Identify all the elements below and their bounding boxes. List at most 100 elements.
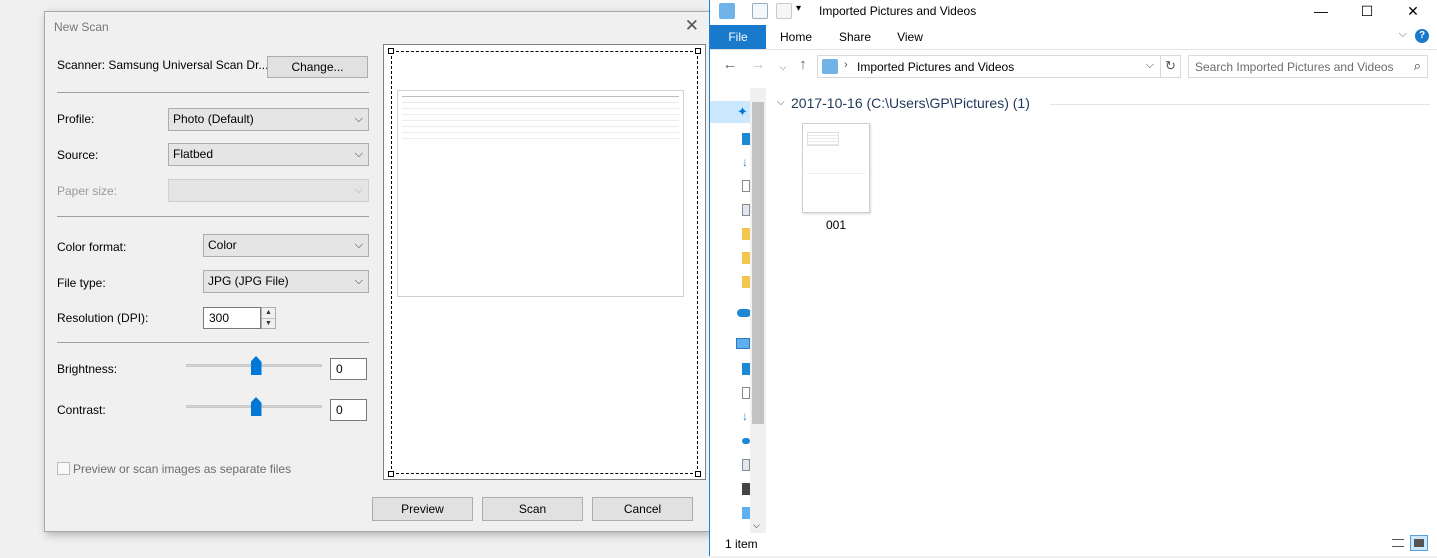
scroll-down-icon[interactable]: ⌵ [753,520,760,531]
nav-item-folder[interactable] [742,228,750,240]
chevron-down-icon: ⌵ [354,113,363,125]
onedrive-icon[interactable] [737,309,751,317]
file-explorer-window: ▾ Imported Pictures and Videos — ☐ ✕ Fil… [709,0,1437,556]
nav-item-documents[interactable] [742,387,750,399]
nav-item-documents[interactable] [742,180,750,192]
contrast-input[interactable]: 0 [330,399,367,421]
thumbnail-content [807,173,865,174]
nav-item-downloads[interactable]: ↓ [742,410,750,422]
color-format-value: Color [208,238,237,252]
crop-handle[interactable] [388,471,394,477]
customize-toolbar-chevron-icon[interactable]: ▾ [796,3,801,14]
refresh-icon[interactable]: ↻ [1160,56,1180,77]
expand-ribbon-chevron-icon[interactable]: ⌵ [1399,28,1407,41]
crop-handle[interactable] [695,48,701,54]
spin-down-icon[interactable]: ▼ [262,318,275,328]
nav-item-desktop[interactable] [742,363,750,375]
up-arrow-icon[interactable]: ↑ [793,56,813,73]
file-name[interactable]: 001 [802,218,870,232]
dialog-title: New Scan [54,20,109,34]
scrollbar-thumb[interactable] [752,102,764,424]
collapse-group-chevron-icon[interactable]: ⌵ [777,97,785,108]
nav-item-quick-access[interactable]: ✦ [710,101,750,123]
address-path[interactable]: Imported Pictures and Videos [857,60,1014,74]
nav-item-desktop[interactable] [742,133,750,145]
file-type-label: File type: [57,276,106,290]
navigation-scrollbar[interactable]: ⌵ [750,88,766,533]
group-divider [1050,104,1430,105]
chevron-down-icon: ⌵ [354,148,363,160]
tab-file[interactable]: File [710,25,766,49]
nav-item-folder[interactable] [742,276,750,288]
scan-button[interactable]: Scan [482,497,583,521]
maximize-icon[interactable]: ☐ [1344,0,1390,24]
this-pc-icon[interactable] [736,338,750,349]
minimize-icon[interactable]: — [1298,0,1344,24]
nav-item-pictures[interactable] [742,459,750,471]
nav-item-folder[interactable] [742,252,750,264]
brightness-input[interactable]: 0 [330,358,367,380]
nav-item-downloads[interactable]: ↓ [742,156,750,168]
separate-files-checkbox[interactable] [57,462,70,475]
chevron-down-icon: ⌵ [354,184,363,196]
brightness-label: Brightness: [57,362,118,376]
profile-value: Photo (Default) [173,112,254,126]
tab-view[interactable]: View [890,25,930,49]
back-arrow-icon[interactable]: ← [720,56,740,73]
breadcrumb-separator-icon[interactable]: › [844,59,848,71]
properties-icon[interactable] [752,3,768,19]
profile-label: Profile: [57,112,95,126]
nav-item-music[interactable] [742,438,750,444]
quick-access-star-icon: ✦ [737,104,748,119]
brightness-slider-thumb[interactable] [250,356,262,375]
cancel-button[interactable]: Cancel [592,497,693,521]
crop-selection[interactable] [388,48,701,477]
new-folder-icon[interactable] [776,3,792,19]
tab-home[interactable]: Home [774,25,818,49]
large-icons-view-icon[interactable] [1410,535,1428,551]
resolution-input[interactable]: 300 [203,307,261,329]
details-view-icon[interactable] [1389,535,1407,551]
source-label: Source: [57,148,99,162]
close-icon[interactable]: ✕ [1390,0,1436,24]
help-icon[interactable]: ? [1415,29,1429,43]
nav-item-videos[interactable] [742,483,750,495]
change-scanner-button[interactable]: Change... [267,56,368,78]
divider [57,216,369,217]
recent-locations-icon[interactable]: ⌵ [773,62,793,73]
resolution-spinner[interactable]: ▲ ▼ [261,307,276,329]
profile-dropdown[interactable]: Photo (Default) ⌵ [168,108,369,131]
thumbnail-content [807,132,839,146]
group-header[interactable]: 2017-10-16 (C:\Users\GP\Pictures) (1) [791,95,1030,111]
close-icon[interactable]: ✕ [685,16,699,36]
color-format-label: Color format: [57,240,127,254]
crop-handle[interactable] [388,48,394,54]
contrast-label: Contrast: [57,403,106,417]
file-thumbnail[interactable] [802,123,870,213]
ribbon-tabs: File Home Share View ⌵ ? [710,25,1437,50]
status-item-count: 1 item [725,537,758,551]
nav-item-pictures[interactable] [742,204,750,216]
folder-icon [822,59,838,74]
nav-item-local-disk[interactable] [742,507,750,519]
preview-button[interactable]: Preview [372,497,473,521]
search-placeholder: Search Imported Pictures and Videos [1195,60,1394,74]
chevron-down-icon: ⌵ [354,239,363,251]
spin-up-icon[interactable]: ▲ [262,308,275,318]
contrast-slider-thumb[interactable] [250,397,262,416]
search-box[interactable]: Search Imported Pictures and Videos ⌕ [1188,55,1428,78]
tab-share[interactable]: Share [830,25,880,49]
color-format-dropdown[interactable]: Color ⌵ [203,234,369,257]
window-title: Imported Pictures and Videos [819,4,977,18]
scan-preview-area[interactable] [383,44,706,480]
paper-size-dropdown: ⌵ [168,179,369,202]
address-bar[interactable]: › Imported Pictures and Videos ⌵ ↻ [817,55,1181,78]
file-type-dropdown[interactable]: JPG (JPG File) ⌵ [203,270,369,293]
crop-handle[interactable] [695,471,701,477]
search-icon[interactable]: ⌕ [1414,58,1421,74]
divider [57,342,369,343]
source-dropdown[interactable]: Flatbed ⌵ [168,143,369,166]
chevron-down-icon[interactable]: ⌵ [1146,59,1154,72]
resolution-label: Resolution (DPI): [57,311,149,325]
source-value: Flatbed [173,147,214,161]
